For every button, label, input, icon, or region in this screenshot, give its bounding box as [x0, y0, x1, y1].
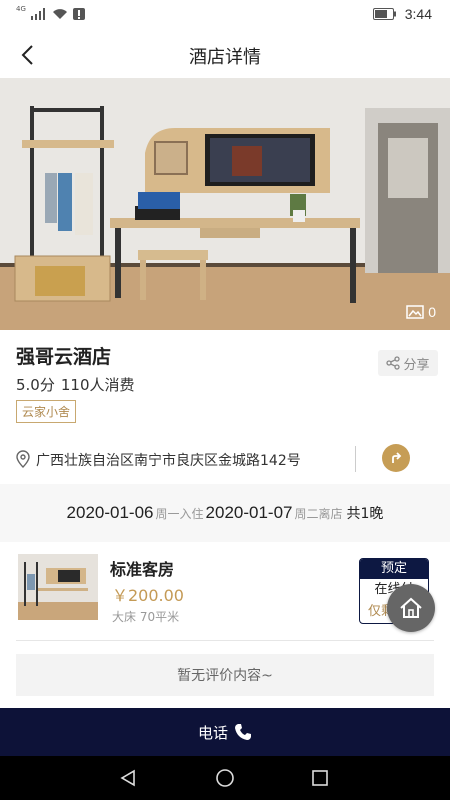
hotel-photo[interactable]: 0 [0, 78, 450, 330]
home-icon [400, 597, 422, 618]
status-icons: 4G [16, 5, 85, 20]
photo-count: 0 [406, 304, 436, 320]
hotel-address: 广西壮族自治区南宁市良庆区金城路142号 [36, 453, 301, 469]
photo-count-value: 0 [428, 304, 436, 320]
checkout-date: 2020-01-07 [205, 503, 293, 522]
address-divider [355, 446, 356, 472]
status-bar: 4G 3:44 [0, 0, 450, 32]
signal-label: 4G [16, 5, 26, 13]
share-label: 分享 [403, 357, 430, 373]
share-button[interactable]: 分享 [378, 350, 438, 376]
system-nav-bar [0, 756, 450, 800]
divider [16, 640, 434, 641]
nav-bar: 酒店详情 [0, 32, 450, 78]
hotel-info: 强哥云酒店 分享 5.0分 110人消费 云家小舍 [0, 330, 450, 432]
room-card[interactable]: 标准客房 ￥200.00 大床 70平米 预定 在线付 仅剩 [0, 542, 450, 644]
navigate-button[interactable] [382, 444, 410, 472]
call-button[interactable]: 电话 [0, 708, 450, 756]
room-name: 标准客房 [110, 560, 175, 579]
hotel-tag: 云家小舍 [16, 400, 77, 423]
room-desc: 大床 70平米 [112, 610, 180, 624]
phone-icon [235, 724, 251, 740]
hotel-score: 5.0分 [16, 376, 55, 394]
book-label: 预定 [360, 559, 428, 579]
location-pin-icon [16, 450, 30, 468]
home-button[interactable] [387, 584, 435, 632]
score-line: 5.0分 110人消费 [16, 374, 135, 395]
triangle-back-icon [120, 769, 135, 787]
signal-icon [30, 8, 45, 20]
consumer-count: 110人消费 [60, 376, 135, 394]
checkout-label: 周二离店 [294, 506, 343, 521]
wifi-icon [52, 9, 67, 19]
share-icon [386, 356, 401, 370]
nights-count: 共1晚 [346, 506, 384, 522]
status-time: 3:44 [404, 6, 432, 22]
room-thumbnail [18, 554, 98, 620]
square-recents-icon [312, 770, 328, 786]
image-icon [406, 305, 424, 319]
hotel-name: 强哥云酒店 [16, 346, 112, 368]
notification-icon [72, 8, 85, 20]
system-home-button[interactable] [215, 768, 235, 788]
reviews-empty: 暂无评价内容~ [16, 654, 434, 696]
navigate-icon [392, 452, 402, 463]
address-row[interactable]: 广西壮族自治区南宁市良庆区金城路142号 [0, 432, 450, 484]
page-title: 酒店详情 [189, 47, 261, 68]
system-recents-button[interactable] [310, 768, 330, 788]
status-right: 3:44 [372, 6, 432, 22]
circle-home-icon [216, 769, 234, 787]
stay-dates[interactable]: 2020-01-06 周一入住 2020-01-07 周二离店 共1晚 [0, 484, 450, 542]
room-price: ￥200.00 [112, 586, 184, 605]
checkin-label: 周一入住 [155, 506, 204, 521]
call-label: 电话 [197, 723, 228, 742]
hotel-room-image [0, 78, 450, 330]
checkin-date: 2020-01-06 [66, 503, 154, 522]
system-back-button[interactable] [118, 768, 138, 788]
room-thumbnail-image [18, 554, 98, 620]
battery-icon [372, 8, 396, 20]
